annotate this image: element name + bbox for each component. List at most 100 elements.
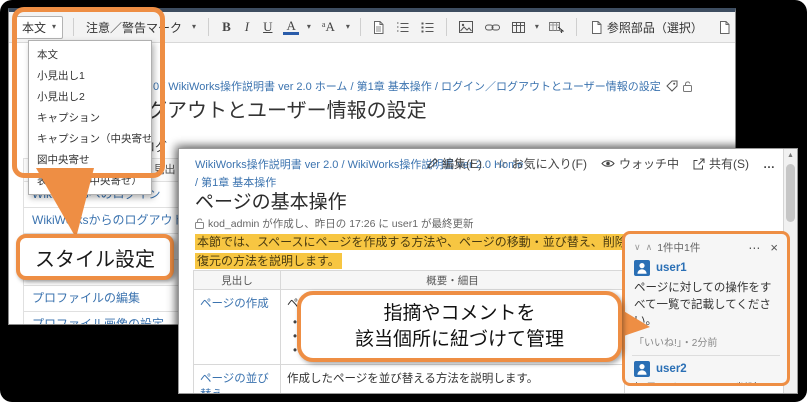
more-label: …	[763, 156, 775, 171]
common-parts-button[interactable]: 共通部品	[715, 19, 736, 36]
table-row: ページの並び替え 作成したページを並び替える方法を説明します。 •◆ページ順序の…	[193, 364, 625, 393]
scrollbar-up-icon[interactable]: ▲	[784, 149, 797, 162]
viewer-intro-paragraph: 本節では、スペースにページを作成する方法や、ページの移動・並び替え、削除・復元の…	[195, 233, 641, 271]
underline-button[interactable]: U	[260, 19, 275, 35]
comment-header: user2	[634, 361, 778, 378]
toolbar-separator	[445, 18, 447, 36]
common-parts-label: 共通部品	[735, 19, 736, 36]
warning-mark-label: 注意／警告マーク	[86, 20, 183, 35]
style-select-value: 本文	[22, 20, 47, 35]
edit-label: 編集(E)	[442, 157, 482, 171]
caret-down-icon[interactable]: ▾	[346, 23, 350, 31]
viewer-page-title: ページの基本操作	[195, 192, 347, 213]
user-avatar	[634, 260, 650, 276]
comment-header: user1	[634, 260, 778, 276]
caret-down-icon: ▾	[192, 22, 197, 31]
page-create-link[interactable]: ページの作成	[200, 298, 269, 310]
comment-body: ページに対しての操作をすべて一覧で記載してください。	[634, 282, 772, 328]
pencil-icon	[427, 158, 438, 169]
user-avatar	[634, 361, 650, 378]
insert-table-icon[interactable]	[510, 21, 527, 33]
comment-username[interactable]: user2	[656, 363, 687, 375]
comment-callout-line1: 指摘やコメントを	[383, 302, 536, 324]
row2-bullet-list: •◆ページ順序の固定（任意モードの設定）	[293, 392, 618, 393]
style-select[interactable]: 本文 ▾	[15, 15, 64, 39]
chevron-down-icon[interactable]: ∨	[634, 242, 641, 253]
tag-icon[interactable]	[666, 80, 678, 92]
comment-management-callout: 指摘やコメントを 該当個所に紐づけて管理	[297, 291, 622, 362]
numbered-list-icon[interactable]	[394, 22, 411, 33]
style-menu-item[interactable]: 小見出し2	[29, 86, 151, 107]
unlock-icon[interactable]	[682, 80, 692, 92]
chevron-up-icon[interactable]: ∧	[646, 242, 653, 253]
warning-mark-select[interactable]: 注意／警告マーク ▾	[84, 17, 198, 38]
italic-button[interactable]: I	[242, 19, 252, 35]
comment-item: user2 拝承です。ページの削除について追記しました。ご確認ください。 削除・…	[634, 361, 778, 383]
share-button[interactable]: 共有(S)	[693, 155, 749, 172]
figure-frame: 本文 ▾ 注意／警告マーク ▾ B I U A ▾ aA ▾ ▾ 参照部品（選択…	[0, 0, 807, 402]
watch-label: ウォッチ中	[618, 157, 679, 171]
style-settings-callout: スタイル設定	[16, 234, 174, 280]
doc-icon	[591, 20, 602, 34]
highlighted-text: 本節では、スペースにページを作成する方法や、ページの移動・並び替え、削除・復元の…	[195, 234, 641, 270]
bullet-item: •◆ページ順序の固定（任意モードの設定）	[293, 392, 618, 393]
watch-button[interactable]: ウォッチ中	[601, 155, 679, 172]
more-button[interactable]: …	[763, 157, 775, 171]
favorite-button[interactable]: ☆ お気に入り(F)	[496, 155, 587, 172]
viewer-byline-text: kod_admin が作成し、昨日の 17:26 に user1 が最終更新	[208, 218, 474, 230]
page-reorder-link[interactable]: ページの並び替え	[200, 373, 269, 393]
favorite-label: お気に入り(F)	[511, 157, 587, 171]
toolbar-separator	[208, 18, 210, 36]
comment-username[interactable]: user1	[656, 262, 687, 274]
doc-icon	[719, 20, 730, 34]
row2-text: 作成したページを並び替える方法を説明します。	[287, 373, 539, 385]
style-menu-item[interactable]: キャプション	[29, 107, 151, 128]
insert-link-icon[interactable]	[483, 23, 502, 32]
bullet-list-icon[interactable]	[419, 22, 436, 33]
font-size-button[interactable]: aA	[319, 19, 338, 35]
share-icon	[693, 158, 705, 169]
toolbar-separator	[359, 18, 361, 36]
viewer-actions: 編集(E) ☆ お気に入り(F) ウォッチ中 共有(S) …	[427, 155, 775, 172]
style-menu-item[interactable]: 小見出し1	[29, 65, 151, 86]
comment-item: user1 ページに対しての操作をすべて一覧で記載してください。 「いいね!」・…	[634, 260, 778, 349]
table-header-summary: 概要・細目	[280, 270, 625, 290]
font-color-button[interactable]: A	[283, 19, 299, 35]
comment-counter: 1件中1件	[657, 242, 701, 254]
editor-toolbar: 本文 ▾ 注意／警告マーク ▾ B I U A ▾ aA ▾ ▾ 参照部品（選択…	[9, 12, 735, 43]
insert-image-icon[interactable]	[457, 21, 475, 33]
comment-body: 拝承です。ページの削除について追記しました。ご確認ください。	[634, 381, 778, 383]
comment-callout-line2: 該当個所に紐づけて管理	[354, 328, 564, 350]
comment-meta: 「いいね!」・2分前	[634, 334, 778, 349]
editor-breadcrumb: 0 / WikiWorks操作説明書 ver 2.0 ホーム / 第1章 基本操…	[153, 78, 692, 94]
reference-parts-button[interactable]: 参照部品（選択）	[587, 19, 707, 36]
comment-divider	[632, 355, 780, 357]
font-size-big-letter: A	[325, 19, 335, 34]
comment-panel-header: ∨ ∧ 1件中1件 ⋯ ×	[634, 240, 778, 255]
scrollbar-thumb[interactable]	[786, 164, 795, 222]
toolbar-separator	[575, 18, 577, 36]
caret-down-icon: ▾	[52, 22, 57, 31]
caret-down-icon[interactable]: ▾	[307, 23, 311, 31]
bold-button[interactable]: B	[219, 19, 234, 35]
template-doc-icon[interactable]	[371, 20, 386, 34]
more-options-icon[interactable]: ⋯	[748, 241, 761, 255]
style-menu-item[interactable]: 本文	[29, 44, 151, 65]
edit-button[interactable]: 編集(E)	[427, 155, 482, 172]
style-annotation-pointer	[36, 168, 94, 238]
table-properties-icon[interactable]	[547, 21, 566, 33]
toolbar-separator	[73, 18, 75, 36]
star-icon: ☆	[496, 155, 508, 171]
reference-parts-label: 参照部品（選択）	[606, 20, 703, 35]
eye-icon	[601, 160, 615, 167]
style-settings-callout-text: スタイル設定	[35, 248, 155, 271]
caret-down-icon[interactable]: ▾	[535, 23, 539, 31]
style-menu-item[interactable]: キャプション（中央寄せ）	[29, 128, 151, 149]
close-icon[interactable]: ×	[770, 240, 778, 255]
share-label: 共有(S)	[709, 157, 749, 171]
viewer-byline: kod_admin が作成し、昨日の 17:26 に user1 が最終更新	[195, 216, 474, 231]
table-header-heading: 見出し	[193, 270, 281, 290]
table-header-row: 見出し 概要・細目	[193, 270, 625, 290]
editor-breadcrumb-text[interactable]: 0 / WikiWorks操作説明書 ver 2.0 ホーム / 第1章 基本操…	[153, 78, 661, 94]
unlock-icon	[195, 218, 204, 229]
